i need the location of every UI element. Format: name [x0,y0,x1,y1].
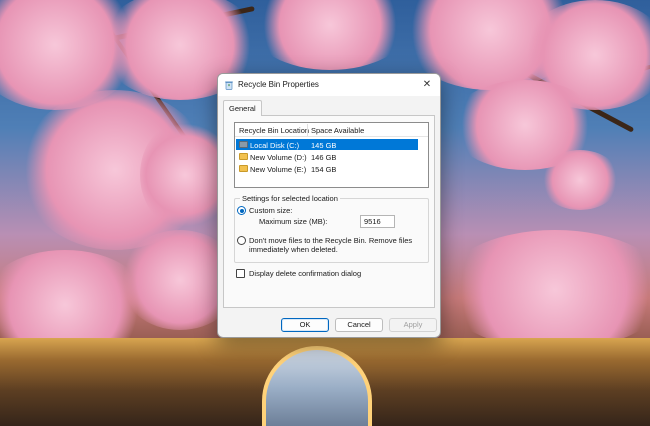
title-bar[interactable]: Recycle Bin Properties ✕ [218,74,440,96]
custom-size-radio[interactable] [237,206,246,215]
general-tab-panel: Recycle Bin Location Space Available Loc… [223,115,435,308]
dont-move-files-label-line2[interactable]: immediately when deleted. [249,245,338,254]
display-confirmation-label[interactable]: Display delete confirmation dialog [249,269,361,278]
list-item[interactable]: New Volume (E:) 154 GB [236,163,418,174]
recycle-bin-properties-dialog: Recycle Bin Properties ✕ General Recycle… [217,73,441,338]
dont-move-files-label-line1[interactable]: Don't move files to the Recycle Bin. Rem… [249,236,412,245]
column-divider[interactable] [307,124,308,136]
cancel-button[interactable]: Cancel [335,318,383,332]
location-name: New Volume (E:) [250,164,307,174]
location-name: Local Disk (C:) [250,140,300,150]
ok-button[interactable]: OK [281,318,329,332]
display-confirmation-checkbox[interactable] [236,269,245,278]
space-available: 146 GB [311,152,337,162]
apply-button[interactable]: Apply [389,318,437,332]
drive-icon [239,141,248,148]
dont-move-files-radio[interactable] [237,236,246,245]
space-available: 154 GB [311,164,337,174]
location-list[interactable]: Recycle Bin Location Space Available Loc… [234,122,429,188]
space-available: 145 GB [311,140,337,150]
dialog-title: Recycle Bin Properties [238,80,319,89]
max-size-label: Maximum size (MB): [259,217,328,226]
column-header-location[interactable]: Recycle Bin Location [239,126,309,135]
list-header: Recycle Bin Location Space Available [235,123,428,137]
folder-drive-icon [239,153,248,160]
settings-group-label: Settings for selected location [240,194,340,203]
list-item[interactable]: Local Disk (C:) 145 GB [236,139,418,150]
location-name: New Volume (D:) [250,152,307,162]
close-button[interactable]: ✕ [418,77,436,93]
settings-group: Settings for selected location Custom si… [234,194,429,263]
tab-general[interactable]: General [223,100,262,116]
column-header-space[interactable]: Space Available [311,126,364,135]
list-item[interactable]: New Volume (D:) 146 GB [236,151,418,162]
max-size-input[interactable] [360,215,395,228]
folder-drive-icon [239,165,248,172]
recycle-bin-icon [225,81,233,90]
custom-size-label[interactable]: Custom size: [249,206,292,215]
